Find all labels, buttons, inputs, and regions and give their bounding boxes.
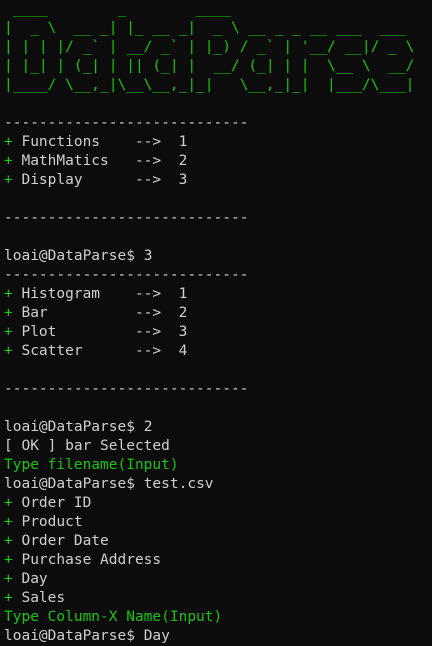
column-label: Order ID	[21, 495, 92, 511]
menu-item-label: MathMatics --> 2	[21, 153, 188, 169]
column-label: Product	[21, 514, 83, 530]
menu-item-mathmatics: + MathMatics --> 2	[4, 152, 432, 171]
command-line: loai@DataParse$ 3	[4, 247, 432, 266]
menu-item-bar: + Bar --> 2	[4, 304, 432, 323]
menu-item-functions: + Functions --> 1	[4, 133, 432, 152]
column-item: + Order ID	[4, 494, 432, 513]
menu-item-label: Plot --> 3	[21, 324, 188, 340]
command-line: loai@DataParse$ 2	[4, 418, 432, 437]
column-item: + Day	[4, 570, 432, 589]
column-item: + Sales	[4, 589, 432, 608]
plus-marker: +	[4, 286, 22, 302]
plus-marker: +	[4, 495, 22, 511]
menu-item-label: Histogram --> 1	[21, 286, 188, 302]
menu-item-label: Bar --> 2	[21, 305, 188, 321]
menu-item-histogram: + Histogram --> 1	[4, 285, 432, 304]
column-label: Sales	[21, 590, 66, 606]
plus-marker: +	[4, 172, 22, 188]
command-line[interactable]: loai@DataParse$ Day	[4, 627, 432, 646]
plus-marker: +	[4, 134, 22, 150]
menu-item-scatter: + Scatter --> 4	[4, 342, 432, 361]
menu-item-label: Display --> 3	[21, 172, 188, 188]
status-message: [ OK ] bar Selected	[4, 438, 170, 454]
column-item: + Order Date	[4, 532, 432, 551]
command-line: loai@DataParse$ test.csv	[4, 475, 432, 494]
input-hint: Type Column-X Name(Input)	[4, 609, 223, 625]
plus-marker: +	[4, 552, 22, 568]
banner-line: | | | |/ _` | __/ _` | |_) / _` | '__/ _…	[4, 39, 415, 55]
plus-marker: +	[4, 153, 22, 169]
shell-prompt: loai@DataParse$	[4, 419, 144, 435]
plus-marker: +	[4, 533, 22, 549]
plus-marker: +	[4, 514, 22, 530]
shell-prompt: loai@DataParse$	[4, 476, 144, 492]
column-label: Purchase Address	[21, 552, 162, 568]
plus-marker: +	[4, 305, 22, 321]
separator: ----------------------------	[4, 381, 249, 397]
command-input: test.csv	[143, 476, 214, 492]
terminal-window[interactable]: ____ _ ____ | _ \ __ _| |_ __ _| _ \ __ …	[4, 0, 432, 646]
plus-marker: +	[4, 324, 22, 340]
banner-line: ____ _ ____	[4, 1, 231, 17]
ascii-banner: ____ _ ____ | _ \ __ _| |_ __ _| _ \ __ …	[4, 0, 432, 95]
banner-line: | _ \ __ _| |_ __ _| _ \ __ _ _ __ ___ _…	[4, 20, 406, 36]
shell-prompt: loai@DataParse$	[4, 628, 144, 644]
plus-marker: +	[4, 571, 22, 587]
column-label: Day	[21, 571, 48, 587]
menu-item-label: Scatter --> 4	[21, 343, 188, 359]
separator: ----------------------------	[4, 115, 249, 131]
menu-item-display: + Display --> 3	[4, 171, 432, 190]
banner-line: |____/ \__,_|\__\__,_|_| \__,_|_| |___/\…	[4, 77, 415, 93]
plus-marker: +	[4, 343, 22, 359]
command-input: 2	[143, 419, 153, 435]
plus-marker: +	[4, 590, 22, 606]
banner-line: | |_| | (_| | || (_| | __/ (_| | | \__ \…	[4, 58, 415, 74]
column-item: + Product	[4, 513, 432, 532]
shell-prompt: loai@DataParse$	[4, 248, 144, 264]
column-item: + Purchase Address	[4, 551, 432, 570]
command-input[interactable]: Day	[144, 628, 170, 644]
input-hint: Type filename(Input)	[4, 457, 179, 473]
menu-item-label: Functions --> 1	[21, 134, 188, 150]
separator: ----------------------------	[4, 267, 249, 283]
separator: ----------------------------	[4, 210, 249, 226]
command-input: 3	[143, 248, 153, 264]
menu-item-plot: + Plot --> 3	[4, 323, 432, 342]
column-label: Order Date	[21, 533, 109, 549]
